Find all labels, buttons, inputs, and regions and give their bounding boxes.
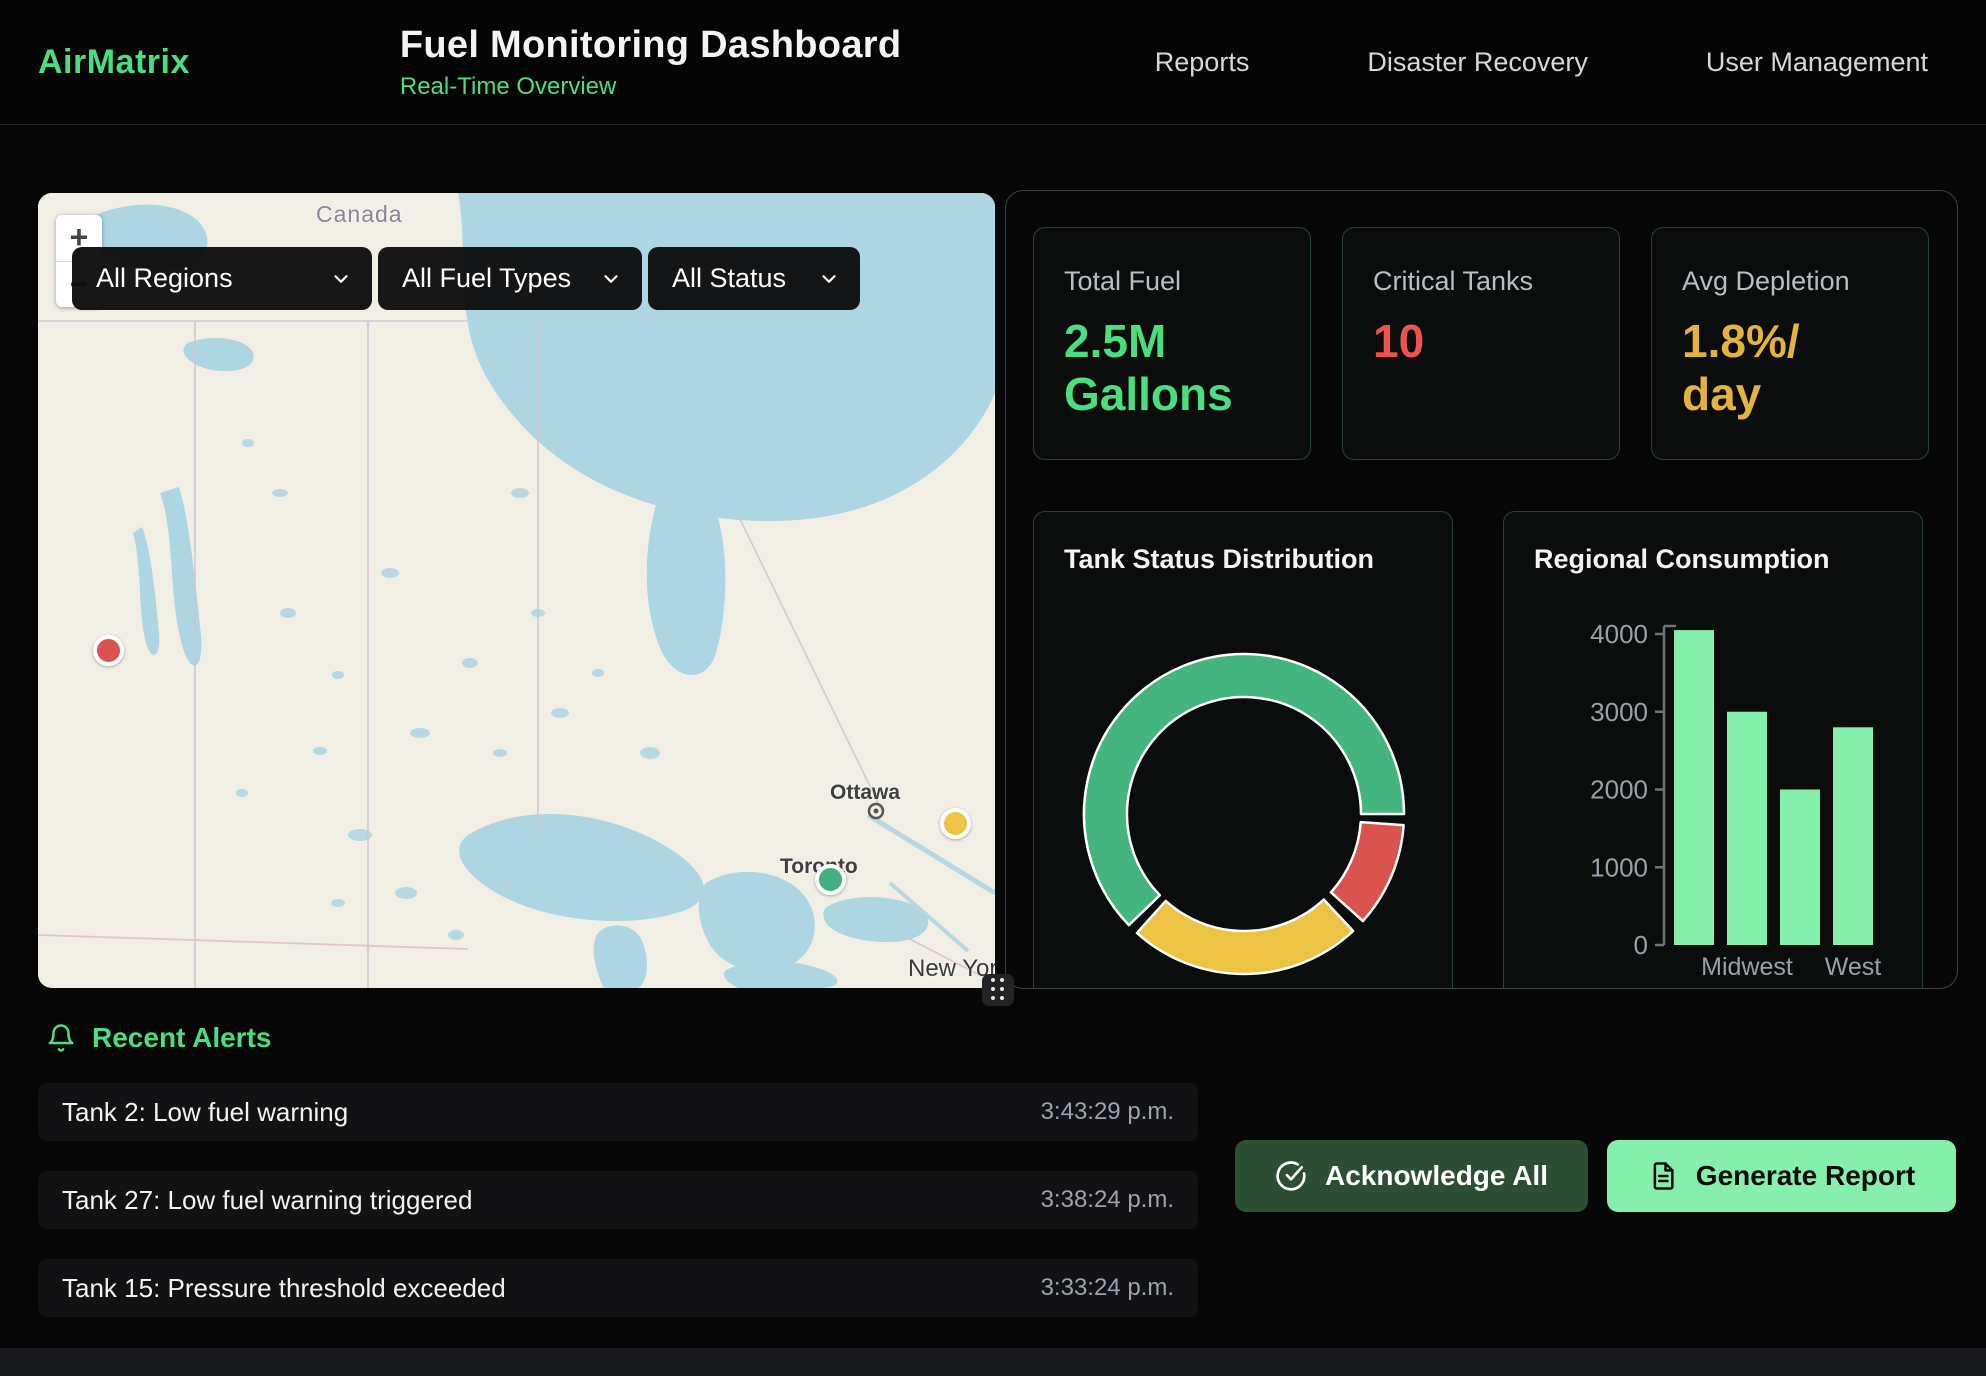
alert-message: Tank 27: Low fuel warning triggered <box>62 1185 472 1216</box>
generate-report-label: Generate Report <box>1696 1160 1915 1192</box>
y-tick-label: 2000 <box>1590 775 1648 805</box>
regional-consumption-card: Regional Consumption 4000 3000 2000 1000 0 Mi… <box>1503 511 1923 989</box>
recent-alerts-heading: Recent Alerts <box>46 1022 271 1054</box>
stat-card-total-fuel: Total Fuel 2.5MGallons <box>1033 227 1311 460</box>
region-filter-value: All Regions <box>96 263 233 294</box>
alert-timestamp: 3:43:29 p.m. <box>1041 1098 1174 1126</box>
bottom-bar <box>0 1348 1986 1376</box>
stat-card-avg-depletion: Avg Depletion 1.8%/day <box>1651 227 1929 460</box>
alert-timestamp: 3:38:24 p.m. <box>1041 1186 1174 1214</box>
stat-value: 2.5MGallons <box>1064 315 1280 421</box>
y-tick-label: 0 <box>1634 930 1648 960</box>
status-filter-select[interactable]: All Status <box>648 247 860 310</box>
bell-icon <box>46 1023 76 1053</box>
fuel-dashboard: AirMatrix Fuel Monitoring Dashboard Real… <box>0 0 1986 1376</box>
check-circle-icon <box>1275 1160 1307 1192</box>
chevron-down-icon <box>600 268 622 290</box>
bar-region-1 <box>1727 712 1767 945</box>
generate-report-button[interactable]: Generate Report <box>1607 1140 1956 1212</box>
brand-logo: AirMatrix <box>38 43 190 82</box>
fuel-type-filter-value: All Fuel Types <box>402 263 571 294</box>
doughnut-segment-critical <box>1331 822 1404 921</box>
map-label-ottawa: Ottawa <box>830 781 900 805</box>
chart-title: Tank Status Distribution <box>1064 544 1374 575</box>
status-filter-value: All Status <box>672 263 786 294</box>
map-resize-handle[interactable] <box>982 974 1014 1006</box>
alert-timestamp: 3:33:24 p.m. <box>1041 1274 1174 1302</box>
page-title: Fuel Monitoring Dashboard <box>400 24 901 67</box>
tank-marker-normal[interactable] <box>815 864 846 895</box>
alert-row: Tank 27: Low fuel warning triggered 3:38… <box>38 1171 1198 1229</box>
alert-message: Tank 15: Pressure threshold exceeded <box>62 1273 506 1304</box>
document-icon <box>1648 1161 1678 1191</box>
region-filter-select[interactable]: All Regions <box>72 247 372 310</box>
title-block: Fuel Monitoring Dashboard Real-Time Over… <box>400 24 901 101</box>
main-nav: Reports Disaster Recovery User Managemen… <box>1155 0 1928 124</box>
stat-label: Total Fuel <box>1064 266 1280 297</box>
acknowledge-all-label: Acknowledge All <box>1325 1160 1548 1192</box>
chart-title: Regional Consumption <box>1534 544 1829 575</box>
alert-row: Tank 15: Pressure threshold exceeded 3:3… <box>38 1259 1198 1317</box>
nav-item-user-management[interactable]: User Management <box>1706 47 1928 78</box>
tank-marker-warning[interactable] <box>940 808 971 839</box>
alert-message: Tank 2: Low fuel warning <box>62 1097 348 1128</box>
page-subtitle: Real-Time Overview <box>400 73 901 101</box>
overview-panel: Total Fuel 2.5MGallons Critical Tanks 10… <box>1005 190 1958 989</box>
alert-row: Tank 2: Low fuel warning 3:43:29 p.m. <box>38 1083 1198 1141</box>
bar-region-0 <box>1674 630 1714 945</box>
stat-value: 1.8%/day <box>1682 315 1898 421</box>
x-tick-label: West <box>1825 953 1882 981</box>
map-filter-row: All Regions All Fuel Types All Status <box>72 247 860 310</box>
y-tick-label: 3000 <box>1590 697 1648 727</box>
nav-item-reports[interactable]: Reports <box>1155 47 1250 78</box>
y-tick-label: 4000 <box>1590 619 1648 649</box>
stat-value: 10 <box>1373 315 1589 368</box>
map-canvas[interactable]: Canada Ottawa Toronto New York + − All R… <box>38 193 995 988</box>
doughnut-segment-warning <box>1137 900 1353 974</box>
chevron-down-icon <box>330 268 352 290</box>
header: AirMatrix Fuel Monitoring Dashboard Real… <box>0 0 1986 125</box>
x-tick-label: Midwest <box>1701 953 1793 981</box>
chevron-down-icon <box>818 268 840 290</box>
bar-region-3 <box>1833 727 1873 945</box>
y-tick-label: 1000 <box>1590 852 1648 882</box>
stat-card-critical-tanks: Critical Tanks 10 <box>1342 227 1620 460</box>
recent-alerts-title: Recent Alerts <box>92 1022 271 1054</box>
doughnut-chart <box>1034 512 1454 989</box>
stat-label: Critical Tanks <box>1373 266 1589 297</box>
tank-marker-critical[interactable] <box>93 635 124 666</box>
nav-item-disaster-recovery[interactable]: Disaster Recovery <box>1367 47 1588 78</box>
bar-chart: 4000 3000 2000 1000 0 Midwest West <box>1504 512 1924 989</box>
map-label-canada: Canada <box>316 201 403 228</box>
acknowledge-all-button[interactable]: Acknowledge All <box>1235 1140 1588 1212</box>
fuel-type-filter-select[interactable]: All Fuel Types <box>378 247 642 310</box>
tank-status-distribution-card: Tank Status Distribution <box>1033 511 1453 989</box>
stat-label: Avg Depletion <box>1682 266 1898 297</box>
bar-region-2 <box>1780 790 1820 946</box>
